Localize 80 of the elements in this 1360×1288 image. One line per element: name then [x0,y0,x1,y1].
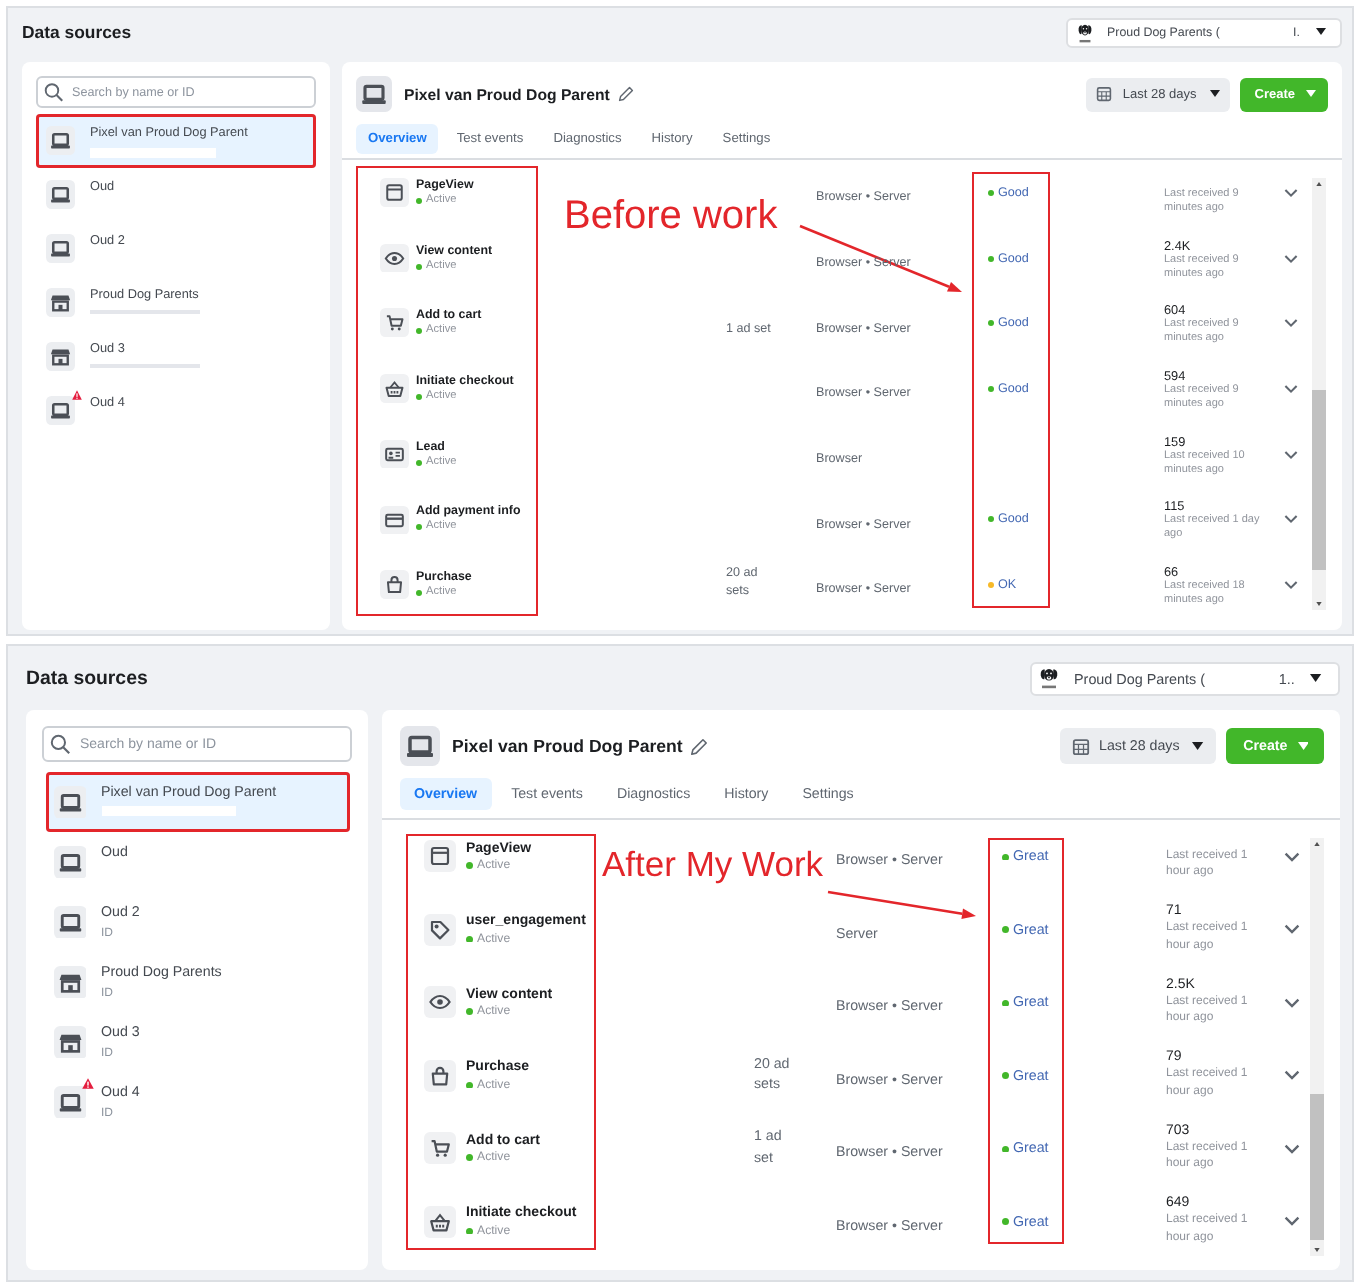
chevron-down-icon[interactable] [1284,253,1298,264]
pencil-icon[interactable] [617,86,634,102]
page-title: Data sources [26,667,148,689]
chevron-down-icon[interactable] [1284,997,1300,1008]
status-dot-icon [466,935,473,943]
search-icon [50,734,70,754]
scrollbar-thumb[interactable] [1312,390,1326,570]
tag-icon [424,913,456,946]
id-card-icon [380,439,409,469]
chevron-down-icon[interactable] [1284,1070,1300,1081]
status-dot-icon [416,197,422,204]
caret-icon [1210,90,1221,98]
caret-icon [1310,674,1322,682]
laptop-icon [46,180,75,210]
status-dot-icon [466,1227,473,1235]
status-dot-icon [416,328,422,335]
storefront-icon [53,965,86,999]
cart-icon [380,308,409,338]
laptop-icon [53,905,86,939]
calendar-icon [1096,86,1113,102]
status-dot-icon [416,263,422,270]
credit-card-icon [380,505,409,535]
basket-icon [380,374,409,404]
eye-icon [424,986,456,1019]
scrollbar-thumb[interactable] [1310,1094,1324,1240]
cart-icon [424,1132,456,1165]
laptop-icon [53,845,86,879]
basket-icon [424,1205,456,1238]
status-dot-icon [466,1008,473,1016]
status-dot-icon [416,393,422,400]
scroll-up-icon[interactable] [1314,842,1320,846]
chevron-down-icon[interactable] [1284,579,1298,590]
status-dot-icon [416,459,422,466]
storefront-icon [46,288,75,318]
laptop-icon [53,1085,86,1119]
shopping-bag-icon [424,1059,456,1092]
storefront-icon [46,342,75,372]
chevron-down-icon[interactable] [1284,1216,1300,1227]
chevron-down-icon[interactable] [1284,514,1298,525]
scroll-up-icon[interactable] [1316,182,1322,186]
pixel-name: Pixel van Proud Dog Parent [452,736,683,756]
pencil-icon[interactable] [690,737,709,755]
status-dot-icon [416,589,422,596]
laptop-icon [400,726,440,766]
eye-icon [380,243,409,273]
browser-window-icon [380,178,409,208]
page-title: Data sources [22,22,132,42]
chevron-down-icon[interactable] [1284,851,1300,862]
chevron-down-icon[interactable] [1284,187,1298,198]
scroll-down-icon[interactable] [1316,602,1322,606]
chevron-down-icon[interactable] [1284,318,1298,329]
status-dot-icon [416,524,422,531]
annotation-text: After My Work [602,848,824,883]
laptop-icon [46,234,75,264]
caret-icon [1297,742,1309,750]
storefront-icon [53,1025,86,1059]
annotation-text: Before work [564,196,778,236]
laptop-icon [356,76,392,112]
chevron-down-icon[interactable] [1284,383,1298,394]
dog-icon [1077,21,1091,43]
scroll-down-icon[interactable] [1314,1248,1320,1252]
caret-icon [1305,90,1315,98]
dog-icon [1040,666,1058,690]
search-icon [44,82,63,102]
status-dot-icon [466,1081,473,1089]
laptop-icon [46,396,75,426]
laptop-icon [46,126,75,156]
scrollbar[interactable] [1310,838,1324,1256]
calendar-icon [1072,737,1091,755]
status-dot-icon [466,862,473,870]
chevron-down-icon[interactable] [1284,1143,1300,1154]
status-dot-icon [466,1154,473,1162]
chevron-down-icon[interactable] [1284,449,1298,460]
browser-window-icon [424,840,456,873]
caret-icon [1316,28,1326,36]
shopping-bag-icon [380,570,409,600]
chevron-down-icon[interactable] [1284,924,1300,935]
scrollbar[interactable] [1312,178,1326,610]
laptop-icon [53,785,86,819]
caret-icon [1192,742,1204,750]
